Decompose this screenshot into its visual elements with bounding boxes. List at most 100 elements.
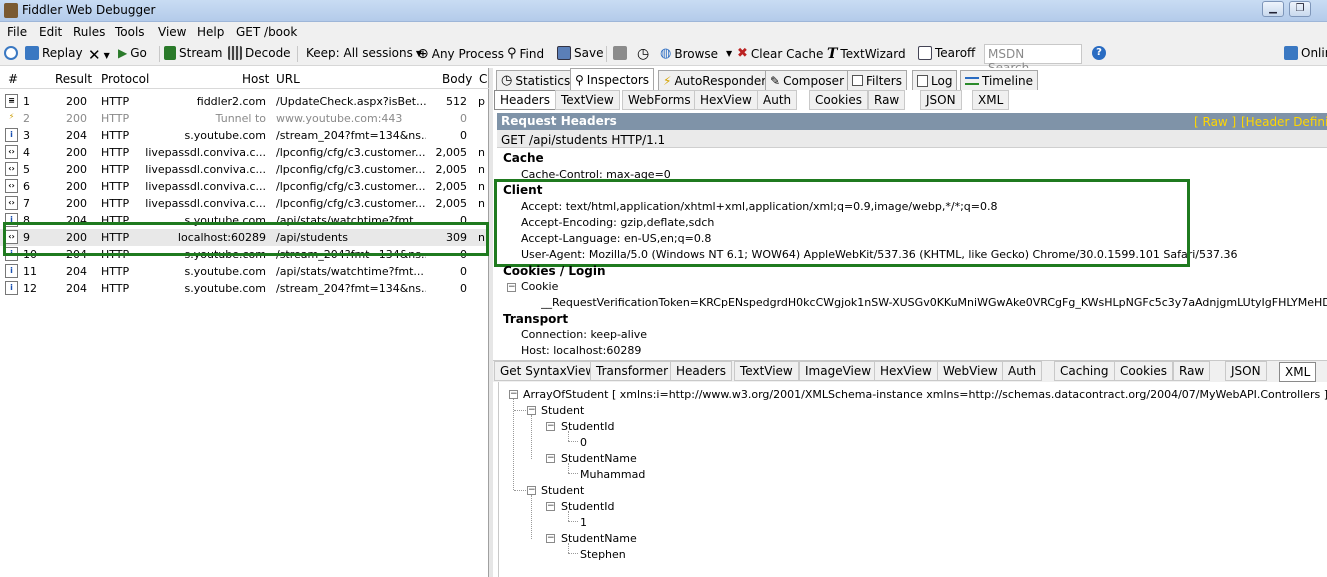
menu-tools[interactable]: Tools <box>115 25 145 39</box>
xml-studentid-node[interactable]: StudentId <box>561 500 615 513</box>
save-button[interactable]: Save <box>557 46 603 60</box>
menu-rules[interactable]: Rules <box>73 25 105 39</box>
req-tab-auth[interactable]: Auth <box>757 90 798 110</box>
tearoff-button[interactable]: Tearoff <box>918 46 975 60</box>
globe-icon: ◍ <box>660 46 672 61</box>
tab-composer[interactable]: ✎ Composer <box>765 70 849 90</box>
resp-tab-hexview[interactable]: HexView <box>874 361 938 381</box>
tab-log[interactable]: Log <box>912 70 958 90</box>
xml-root-node[interactable]: ArrayOfStudent [ xmlns:i=http://www.w3.o… <box>523 388 1327 401</box>
browse-button[interactable]: ◍ Browse ▼ <box>660 46 732 61</box>
resp-tab-xml[interactable]: XML <box>1279 362 1317 382</box>
collapse-icon[interactable]: − <box>527 486 536 495</box>
comment-button[interactable] <box>4 46 18 60</box>
tab-timeline[interactable]: Timeline <box>960 70 1039 90</box>
online-button[interactable]: Onlin <box>1284 46 1327 60</box>
session-row[interactable]: ⚡ 2 200 HTTP Tunnel to www.youtube.com:443 0 <box>0 110 489 127</box>
collapse-icon[interactable]: − <box>546 502 555 511</box>
session-cell-id: 1 <box>23 95 30 108</box>
tab-statistics[interactable]: ◷ Statistics <box>496 70 576 90</box>
go-button[interactable]: ▶ Go <box>118 46 147 60</box>
xml-student-node[interactable]: Student <box>541 484 584 497</box>
keep-sessions-dropdown[interactable]: Keep: All sessions ▼ <box>306 46 422 60</box>
tab-inspectors[interactable]: ⚲ Inspectors <box>570 68 655 90</box>
req-tab-cookies[interactable]: Cookies <box>809 90 868 110</box>
spdy-icon: ⚡ <box>8 112 15 121</box>
maximize-icon[interactable]: ❐ <box>1289 1 1311 17</box>
session-row[interactable]: ‹› 6 200 HTTP livepassdl.conviva.c... /lpconf… <box>0 178 489 195</box>
remove-button[interactable]: ✕ ▼ <box>88 46 110 64</box>
menu-view[interactable]: View <box>158 25 186 39</box>
req-tab-webforms[interactable]: WebForms <box>622 90 697 110</box>
req-tab-raw[interactable]: Raw <box>868 90 906 110</box>
session-row[interactable]: i 12 204 HTTP s.youtube.com/stream_204?fmt=1… <box>0 280 489 297</box>
session-row[interactable]: ‹› 5 200 HTTP livepassdl.conviva.c... /lpconf… <box>0 161 489 178</box>
req-tab-json[interactable]: JSON <box>920 90 962 110</box>
msdn-search-input[interactable]: MSDN Search... <box>984 44 1082 75</box>
req-tab-hexview[interactable]: HexView <box>694 90 758 110</box>
session-row[interactable]: ‹› 7 200 HTTP livepassdl.conviva.c... /lpconf… <box>0 195 489 212</box>
req-tab-textview[interactable]: TextView <box>555 90 620 110</box>
tab-autoresponder[interactable]: ⚡ AutoResponder <box>658 70 772 90</box>
find-button[interactable]: ⚲ Find <box>507 46 544 61</box>
resp-tab-json[interactable]: JSON <box>1225 361 1267 381</box>
req-tab-xml[interactable]: XML <box>972 90 1010 110</box>
menu-edit[interactable]: Edit <box>39 25 62 39</box>
screenshot-button[interactable] <box>613 46 627 60</box>
minimize-icon[interactable]: ▁ <box>1262 1 1284 17</box>
column-header-c[interactable]: C <box>479 72 487 86</box>
menu-get-book[interactable]: GET /book <box>236 25 297 39</box>
xml-studentname-node[interactable]: StudentName <box>561 532 637 545</box>
session-row[interactable]: ‹› 4 200 HTTP livepassdl.conviva.c... /lpconf… <box>0 144 489 161</box>
session-cell-body: 0 <box>460 129 467 142</box>
stream-button[interactable]: Stream <box>164 46 222 60</box>
header-group-cache[interactable]: Cache <box>503 151 544 165</box>
menu-file[interactable]: File <box>7 25 27 39</box>
session-row[interactable]: i 3 204 HTTP s.youtube.com/stream_204?fmt=13… <box>0 127 489 144</box>
tab-filters[interactable]: Filters <box>847 70 907 90</box>
textwizard-button[interactable]: T TextWizard <box>827 46 906 62</box>
resp-tab-transformer[interactable]: Transformer <box>590 361 675 381</box>
column-header-result[interactable]: Result <box>55 72 92 86</box>
session-row[interactable]: ≡ 1 200 HTTP fiddler2.com/UpdateCheck.aspx?i… <box>0 93 489 110</box>
chevron-down-icon: ▼ <box>726 49 733 58</box>
resp-tab-raw[interactable]: Raw <box>1173 361 1211 381</box>
column-header-id[interactable]: # <box>8 72 18 86</box>
replay-button[interactable]: Replay <box>25 46 83 60</box>
clear-cache-button[interactable]: ✖ Clear Cache <box>737 46 823 61</box>
header-group-transport[interactable]: Transport <box>503 312 568 326</box>
collapse-icon[interactable]: − <box>507 283 516 292</box>
resp-tab-textview[interactable]: TextView <box>734 361 799 381</box>
collapse-icon[interactable]: − <box>509 390 518 399</box>
resp-tab-headers[interactable]: Headers <box>670 361 732 381</box>
tree-line <box>568 473 578 474</box>
column-header-url[interactable]: URL <box>276 72 300 86</box>
header-group-cookies[interactable]: Cookies / Login <box>503 264 606 278</box>
req-tab-headers[interactable]: Headers <box>494 90 556 110</box>
resp-tab-caching[interactable]: Caching <box>1054 361 1115 381</box>
xml-studentid-node[interactable]: StudentId <box>561 420 615 433</box>
resp-tab-auth[interactable]: Auth <box>1002 361 1043 381</box>
decode-button[interactable]: Decode <box>228 46 291 60</box>
column-header-host[interactable]: Host <box>242 72 269 86</box>
collapse-icon[interactable]: − <box>546 534 555 543</box>
resp-tab-imageview[interactable]: ImageView <box>799 361 878 381</box>
resp-tab-webview[interactable]: WebView <box>937 361 1004 381</box>
resp-tab-cookies[interactable]: Cookies <box>1114 361 1173 381</box>
collapse-icon[interactable]: − <box>527 406 536 415</box>
column-header-protocol[interactable]: Protocol <box>101 72 149 86</box>
raw-link[interactable]: [ Raw ] <box>1194 115 1236 129</box>
xml-student-node[interactable]: Student <box>541 404 584 417</box>
menu-help[interactable]: Help <box>197 25 224 39</box>
help-button[interactable]: ? <box>1092 46 1106 60</box>
any-process-button[interactable]: ⊕ Any Process <box>417 46 504 62</box>
timer-button[interactable]: ◷ <box>637 46 649 62</box>
session-cell-c: p <box>478 95 485 108</box>
session-row[interactable]: i 11 204 HTTP s.youtube.com/api/stats/watcht… <box>0 263 489 280</box>
header-definitions-link[interactable]: [Header Definiti <box>1241 115 1327 129</box>
column-header-body[interactable]: Body <box>442 72 472 86</box>
collapse-icon[interactable]: − <box>546 454 555 463</box>
xml-studentname-node[interactable]: StudentName <box>561 452 637 465</box>
resp-tab-get-syntaxview[interactable]: Get SyntaxView <box>494 361 602 381</box>
collapse-icon[interactable]: − <box>546 422 555 431</box>
